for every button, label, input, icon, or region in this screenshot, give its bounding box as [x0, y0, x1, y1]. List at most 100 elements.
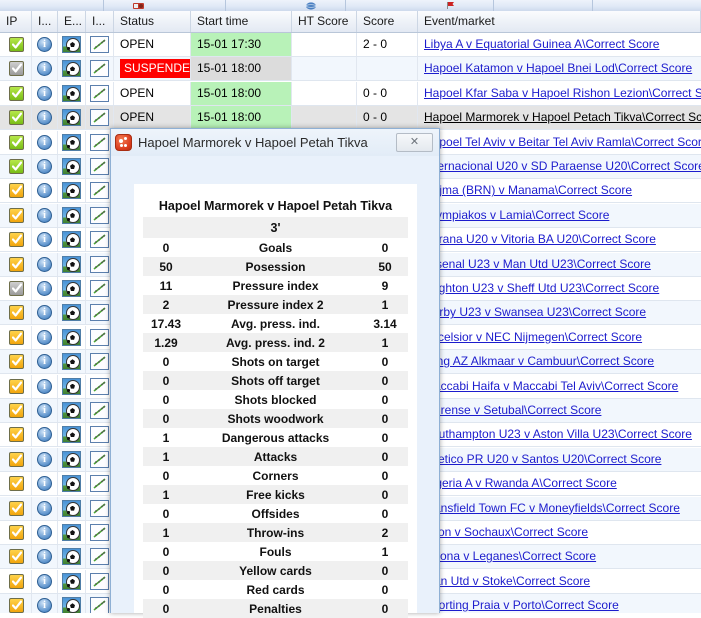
cell-event-market[interactable]: Sporting Praia v Porto\Correct Score — [418, 594, 701, 613]
cell-event-market[interactable]: Dijon v Sochaux\Correct Score — [418, 521, 701, 544]
cell-event-market[interactable]: Derby U23 v Swansea U23\Correct Score — [418, 301, 701, 324]
stat-label: Offsides — [189, 504, 362, 523]
cell-event-market[interactable]: Hapoel Kfar Saba v Hapoel Rishon Lezion\… — [418, 82, 701, 105]
column-header-i1[interactable]: I... — [32, 11, 58, 32]
stat-label: Penalties — [189, 599, 362, 618]
event-market-link[interactable]: Southampton U23 v Aston Villa U23\Correc… — [424, 427, 692, 441]
cell-ip — [0, 569, 32, 593]
event-market-link[interactable]: Libya A v Equatorial Guinea A\Correct Sc… — [424, 37, 659, 51]
cell-event-market[interactable]: Internacional U20 v SD Paraense U20\Corr… — [418, 155, 701, 178]
event-market-link[interactable]: Girona v Leganes\Correct Score — [424, 549, 596, 563]
cell-event-market[interactable]: Hapoel Marmorek v Hapoel Petach Tikva\Co… — [418, 106, 701, 129]
stat-label: Goals — [189, 238, 362, 257]
event-market-link[interactable]: Arsenal U23 v Man Utd U23\Correct Score — [424, 257, 651, 271]
stat-away-value: 50 — [362, 257, 408, 276]
event-market-link[interactable]: Internacional U20 v SD Paraense U20\Corr… — [424, 159, 701, 173]
cell-i1 — [32, 57, 58, 81]
cell-event-market[interactable]: Olympiakos v Lamia\Correct Score — [418, 204, 701, 227]
table-row[interactable]: iSUSPENDED15-01 18:00Hapoel Katamon v Ha… — [0, 57, 701, 82]
stats-row: 2 Pressure index 21 — [143, 295, 408, 314]
cell-i1 — [32, 130, 58, 154]
cell-event-market[interactable]: Parana U20 v Vitoria BA U20\Correct Scor… — [418, 228, 701, 251]
column-header-ht[interactable]: HT Score — [292, 11, 357, 32]
column-header-event[interactable]: Event/market — [418, 11, 701, 32]
cell-e1 — [58, 569, 86, 593]
event-market-link[interactable]: Hapoel Marmorek v Hapoel Petach Tikva\Co… — [424, 110, 701, 124]
cell-event-market[interactable]: Najma (BRN) v Manama\Correct Score — [418, 179, 701, 202]
event-market-link[interactable]: Nigeria A v Rwanda A\Correct Score — [424, 476, 617, 490]
status-badge: SUSPENDED — [120, 59, 190, 79]
event-market-link[interactable]: Derby U23 v Swansea U23\Correct Score — [424, 305, 646, 319]
camera-icon[interactable] — [132, 1, 146, 10]
column-header-i2[interactable]: I... — [86, 11, 114, 32]
stats-clock-row: 3' — [143, 217, 408, 238]
cell-event-market[interactable]: Atletico PR U20 v Santos U20\Correct Sco… — [418, 448, 701, 471]
event-market-link[interactable]: Hapoel Tel Aviv v Beitar Tel Aviv Ramla\… — [424, 135, 701, 149]
event-market-link[interactable]: Parana U20 v Vitoria BA U20\Correct Scor… — [424, 232, 656, 246]
stats-row: 0 Shots off target 0 — [143, 371, 408, 390]
cell-event-market[interactable]: Maccabi Haifa v Maccabi Tel Aviv\Correct… — [418, 375, 701, 398]
cell-event-market[interactable]: Brighton U23 v Sheff Utd U23\Correct Sco… — [418, 277, 701, 300]
cell-event-market[interactable]: Feirense v Setubal\Correct Score — [418, 399, 701, 422]
cell-e1 — [58, 325, 86, 349]
stats-clock: 3' — [189, 217, 362, 238]
event-market-link[interactable]: Feirense v Setubal\Correct Score — [424, 403, 601, 417]
stats-row: 1.29 Avg. press. ind. 21 — [143, 333, 408, 352]
event-market-link[interactable]: Brighton U23 v Sheff Utd U23\Correct Sco… — [424, 281, 659, 295]
column-header-score[interactable]: Score — [357, 11, 418, 32]
cell-event-market[interactable]: Mansfield Town FC v Moneyfields\Correct … — [418, 497, 701, 520]
cell-ip — [0, 155, 32, 178]
column-header-status[interactable]: Status — [114, 11, 191, 32]
column-header-ip[interactable]: IP — [0, 11, 32, 32]
cell-i1 — [32, 325, 58, 349]
stat-label: Attacks — [189, 447, 362, 466]
dialog-title-bar[interactable]: Hapoel Marmorek v Hapoel Petah Tikva ✕ — [111, 129, 439, 156]
table-row[interactable]: i OPEN 15-01 18:00 0 - 0 Hapoel Kfar Saba v … — [0, 81, 701, 106]
cell-event-market[interactable]: Southampton U23 v Aston Villa U23\Correc… — [418, 423, 701, 446]
cell-start-time: 15-01 18:00 — [191, 81, 292, 105]
cell-e1 — [58, 203, 86, 227]
event-market-link[interactable]: Atletico PR U20 v Santos U20\Correct Sco… — [424, 452, 661, 466]
stat-away-value: 0 — [362, 428, 408, 447]
event-market-link[interactable]: Maccabi Haifa v Maccabi Tel Aviv\Correct… — [424, 379, 678, 393]
cell-event-market[interactable]: Man Utd v Stoke\Correct Score — [418, 570, 701, 593]
event-market-link[interactable]: Sporting Praia v Porto\Correct Score — [424, 598, 619, 612]
stat-home-value: 0 — [143, 504, 189, 523]
cell-event-market[interactable]: Hapoel Tel Aviv v Beitar Tel Aviv Ramla\… — [418, 131, 701, 154]
cell-event-market[interactable]: Jong AZ Alkmaar v Cambuur\Correct Score — [418, 350, 701, 373]
status-text: OPEN — [120, 37, 155, 51]
event-market-link[interactable]: Man Utd v Stoke\Correct Score — [424, 574, 590, 588]
event-market-link[interactable]: Jong AZ Alkmaar v Cambuur\Correct Score — [424, 354, 654, 368]
column-header-start[interactable]: Start time — [191, 11, 292, 32]
stat-away-value: 0 — [362, 466, 408, 485]
toolbar-separator — [592, 0, 593, 11]
app-icon — [115, 134, 132, 151]
cell-event-market[interactable]: Nigeria A v Rwanda A\Correct Score — [418, 472, 701, 495]
event-market-link[interactable]: Excelsior v NEC Nijmegen\Correct Score — [424, 330, 642, 344]
cell-ip — [0, 594, 32, 613]
event-market-link[interactable]: Hapoel Kfar Saba v Hapoel Rishon Lezion\… — [424, 86, 701, 100]
event-market-link[interactable]: Najma (BRN) v Manama\Correct Score — [424, 183, 632, 197]
event-market-link[interactable]: Hapoel Katamon v Hapoel Bnei Lod\Correct… — [424, 61, 692, 75]
stat-home-value: 1 — [143, 523, 189, 542]
column-header-e1[interactable]: E... — [58, 11, 86, 32]
stats-row: 0 Penalties 0 — [143, 599, 408, 618]
stat-home-value: 2 — [143, 295, 189, 314]
stat-label: Corners — [189, 466, 362, 485]
event-market-link[interactable]: Dijon v Sochaux\Correct Score — [424, 525, 588, 539]
cell-event-market[interactable]: Girona v Leganes\Correct Score — [418, 545, 701, 568]
cell-event-market[interactable]: Arsenal U23 v Man Utd U23\Correct Score — [418, 253, 701, 276]
cell-event-market[interactable]: Libya A v Equatorial Guinea A\Correct Sc… — [418, 33, 701, 56]
cell-event-market[interactable]: Excelsior v NEC Nijmegen\Correct Score — [418, 326, 701, 349]
globe-icon[interactable] — [304, 1, 318, 10]
table-row[interactable]: i OPEN 15-01 18:00 0 - 0 Hapoel Marmorek v H… — [0, 106, 701, 131]
flag-icon[interactable] — [444, 1, 458, 10]
event-market-link[interactable]: Olympiakos v Lamia\Correct Score — [424, 208, 609, 222]
table-row[interactable]: i OPEN 15-01 17:30 2 - 0 Libya A v Equatoria… — [0, 33, 701, 57]
stat-home-value: 0 — [143, 352, 189, 371]
cell-score: 0 - 0 — [357, 106, 418, 130]
close-icon[interactable]: ✕ — [396, 133, 433, 152]
event-market-link[interactable]: Mansfield Town FC v Moneyfields\Correct … — [424, 501, 680, 515]
cell-event-market[interactable]: Hapoel Katamon v Hapoel Bnei Lod\Correct… — [418, 57, 701, 80]
stats-row: 0 Corners 0 — [143, 466, 408, 485]
